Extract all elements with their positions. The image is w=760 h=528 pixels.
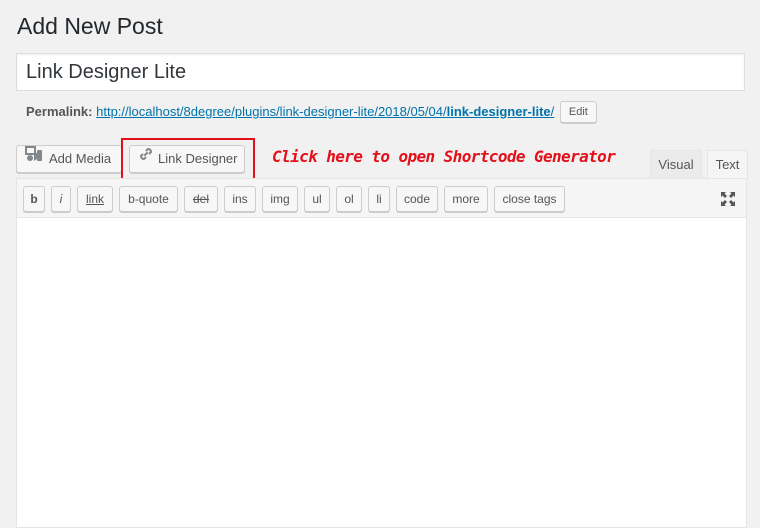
fullscreen-icon[interactable] bbox=[719, 190, 737, 208]
quicktag-del-button[interactable]: del bbox=[184, 186, 218, 212]
quicktag-more-button[interactable]: more bbox=[444, 186, 488, 212]
post-content-textarea[interactable] bbox=[17, 218, 746, 527]
quicktag-code-button[interactable]: code bbox=[396, 186, 438, 212]
add-media-icon bbox=[25, 145, 43, 171]
quicktag-bold-button[interactable]: b bbox=[23, 186, 45, 212]
permalink-url-slug: link-designer-lite bbox=[446, 104, 551, 119]
quicktag-ul-button[interactable]: ul bbox=[304, 186, 330, 212]
tab-visual[interactable]: Visual bbox=[650, 150, 702, 179]
permalink-link[interactable]: http://localhost/8degree/plugins/link-de… bbox=[96, 104, 554, 119]
add-media-label: Add Media bbox=[49, 151, 112, 166]
page-title: Add New Post bbox=[17, 13, 163, 39]
permalink-label: Permalink: bbox=[26, 104, 93, 119]
add-media-button[interactable]: Add Media bbox=[16, 145, 122, 173]
quicktag-bquote-button[interactable]: b-quote bbox=[119, 186, 178, 212]
permalink-edit-button[interactable]: Edit bbox=[559, 101, 597, 123]
post-editor: b i link b-quote del ins img ul ol li co… bbox=[16, 178, 747, 528]
annotation-highlight-box bbox=[121, 138, 255, 180]
quicktag-italic-button[interactable]: i bbox=[51, 186, 71, 212]
permalink-row: Permalink: http://localhost/8degree/plug… bbox=[26, 101, 597, 123]
quicktags-toolbar: b i link b-quote del ins img ul ol li co… bbox=[17, 179, 746, 218]
quicktag-ins-button[interactable]: ins bbox=[224, 186, 256, 212]
permalink-url-suffix: / bbox=[550, 104, 555, 119]
quicktag-close-tags-button[interactable]: close tags bbox=[494, 186, 565, 212]
post-title-input[interactable]: Link Designer Lite bbox=[16, 53, 745, 91]
permalink-url-prefix: http://localhost/8degree/plugins/link-de… bbox=[96, 104, 447, 119]
quicktag-link-button[interactable]: link bbox=[77, 186, 113, 212]
quicktag-li-button[interactable]: li bbox=[368, 186, 390, 212]
tab-text[interactable]: Text bbox=[707, 150, 748, 179]
annotation-callout-text: Click here to open Shortcode Generator bbox=[272, 147, 616, 166]
quicktag-img-button[interactable]: img bbox=[262, 186, 298, 212]
quicktag-ol-button[interactable]: ol bbox=[336, 186, 362, 212]
